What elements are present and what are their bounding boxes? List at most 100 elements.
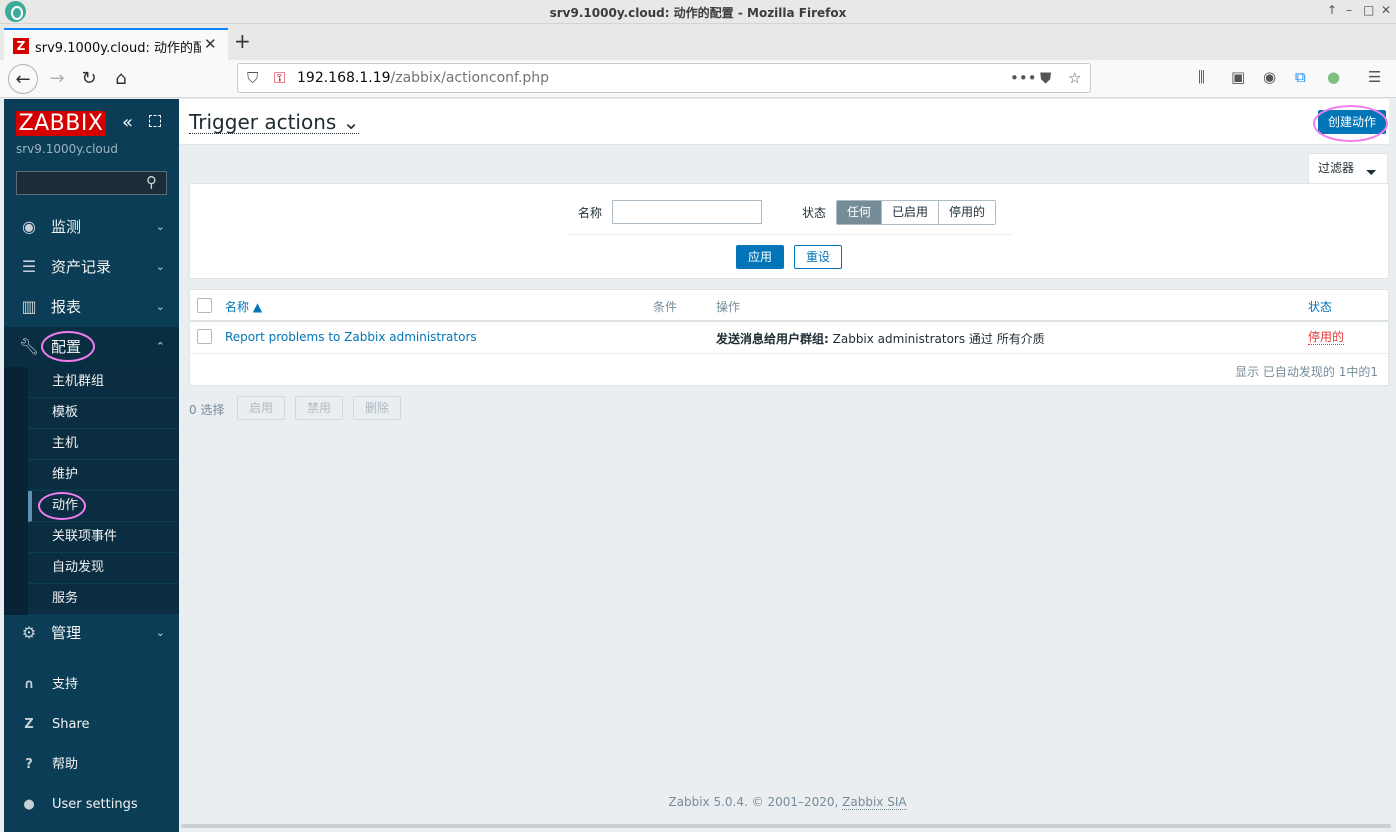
action-operations: 发送消息给用户群组: Zabbix administrators 通过 所有介质 [716,332,1045,346]
chevron-down-icon: ⌄ [155,220,165,233]
window-maximize-button[interactable]: □ [1363,3,1374,17]
reset-button[interactable]: 重设 [794,245,842,269]
page-actions-icon[interactable]: ••• [1010,69,1037,87]
library-icon[interactable]: ⫼ [1198,68,1205,86]
window-titlebar: srv9.1000y.cloud: 动作的配置 - Mozilla Firefo… [0,0,1396,24]
server-name: srv9.1000y.cloud [16,142,118,156]
browser-tab[interactable]: Z srv9.1000y.cloud: 动作的配置 ✕ [4,28,228,60]
zabbix-sidebar: ZABBIX « srv9.1000y.cloud ⚲ ◉ 监测 ⌄ ☰ 资产记… [4,99,179,832]
filter-name-input[interactable] [612,200,762,224]
apply-button[interactable]: 应用 [736,245,784,269]
submenu-host-groups[interactable]: 主机群组 [28,367,179,398]
zabbix-logo[interactable]: ZABBIX [16,111,106,136]
url-text[interactable]: 192.168.1.19/zabbix/actionconf.php [297,70,549,86]
menu-user-settings[interactable]: ● User settings [4,785,179,825]
collapse-sidebar-icon[interactable]: « [122,112,133,133]
gear-icon: ⚙ [21,623,37,642]
enable-button[interactable]: 启用 [237,396,285,420]
page-footer: Zabbix 5.0.4. © 2001–2020, Zabbix SIA [668,795,907,810]
zabbix-share-icon: Z [24,717,34,732]
page-title-dropdown[interactable]: Trigger actions ⌄ [189,110,360,134]
status-option-disabled[interactable]: 停用的 [938,201,995,224]
actions-table: 名称 ▲ 条件 操作 状态 Report problems to Zabbix … [189,289,1389,386]
status-badge[interactable]: 停用的 [1308,330,1345,345]
filter-name-label: 名称 [578,206,603,220]
action-name-link[interactable]: Report problems to Zabbix administrators [225,330,477,344]
chevron-down-icon: ⌄ [155,260,165,273]
submenu-maintenance[interactable]: 维护 [28,460,179,491]
menu-share[interactable]: Z Share [4,705,179,745]
submenu-hosts[interactable]: 主机 [28,429,179,460]
scrollbar-thumb[interactable] [181,824,1391,828]
column-conditions-header: 条件 [653,300,678,314]
submenu-services[interactable]: 服务 [28,584,179,615]
url-bar[interactable]: ⛉ ⚿ 192.168.1.19/zabbix/actionconf.php •… [237,63,1091,93]
table-row-divider [190,353,1388,354]
extension-dot-icon[interactable]: ● [1327,68,1340,86]
menu-hamburger-icon[interactable]: ☰ [1368,68,1381,86]
zabbix-sia-link[interactable]: Zabbix SIA [842,795,907,810]
submenu-discovery[interactable]: 自动发现 [28,553,179,584]
selected-count: 0 选择 [189,403,225,417]
disable-button[interactable]: 禁用 [295,396,343,420]
sidebar-search-input[interactable] [16,171,167,195]
menu-inventory[interactable]: ☰ 资产记录 ⌄ [4,247,179,287]
menu-configuration[interactable]: 🔧︎ 配置 ⌃ [4,327,179,367]
insecure-lock-icon[interactable]: ⚿ [274,69,285,87]
delete-button[interactable]: 删除 [353,396,401,420]
column-name-header[interactable]: 名称 ▲ [225,298,262,315]
forward-button[interactable]: → [42,64,72,94]
bookmark-star-icon[interactable]: ☆ [1068,69,1081,87]
window-close-button[interactable]: ✕ [1381,3,1391,17]
status-option-enabled[interactable]: 已启用 [881,201,938,224]
chevron-up-icon: ⌃ [155,340,165,353]
filter-tab[interactable]: 过滤器 ⏷ [1308,153,1388,184]
menu-support[interactable]: ∩ 支持 [4,665,179,705]
reload-button[interactable]: ↻ [74,64,104,94]
configuration-submenu: 主机群组 模板 主机 维护 动作 关联项事件 自动发现 服务 [4,367,179,615]
column-operations-header: 操作 [716,300,741,314]
help-icon: ? [25,757,33,772]
wrench-icon: 🔧︎ [18,337,40,356]
status-option-any[interactable]: 任何 [837,201,882,224]
sidebar-toggle-icon[interactable]: ▣ [1231,68,1245,86]
chevron-down-icon: ⌄ [342,110,360,134]
new-tab-button[interactable]: + [234,28,251,54]
filter-status-label: 状态 [802,206,827,220]
account-icon[interactable]: ◉ [1263,68,1276,86]
eye-icon: ◉ [22,217,36,236]
home-button[interactable]: ⌂ [106,64,136,94]
horizontal-scrollbar[interactable] [179,822,1396,830]
back-button[interactable]: ← [8,64,38,94]
filter-divider [568,234,1012,235]
table-paging-info: 显示 已自动发现的 1中的1 [1235,365,1378,379]
table-header-divider [190,320,1388,322]
zabbix-favicon-icon: Z [13,38,29,54]
bar-chart-icon: ▥ [21,297,37,316]
chevron-down-icon: ⌄ [155,626,165,639]
search-icon[interactable]: ⚲ [146,173,157,191]
menu-help[interactable]: ? 帮助 [4,745,179,785]
menu-monitoring[interactable]: ◉ 监测 ⌄ [4,207,179,247]
menu-reports[interactable]: ▥ 报表 ⌄ [4,287,179,327]
submenu-actions[interactable]: 动作 [28,491,179,522]
select-all-checkbox[interactable] [197,298,212,313]
tracking-shield-icon[interactable]: ⛉ [247,69,258,87]
tab-close-icon[interactable]: ✕ [204,35,217,53]
extension-icon[interactable]: ⧉ [1295,68,1306,86]
window-keep-above-button[interactable]: ↑ [1327,3,1337,17]
submenu-templates[interactable]: 模板 [28,398,179,429]
row-checkbox[interactable] [197,329,212,344]
menu-administration[interactable]: ⚙ 管理 ⌄ [4,613,179,653]
column-status-header[interactable]: 状态 [1308,298,1332,315]
submenu-event-correlation[interactable]: 关联项事件 [28,522,179,553]
headset-icon: ∩ [23,677,35,692]
create-action-button[interactable]: 创建动作 [1318,110,1386,134]
filter-status-group: 任何 已启用 停用的 [836,200,997,225]
browser-navbar: ← → ↻ ⌂ ⛉ ⚿ 192.168.1.19/zabbix/actionco… [0,60,1396,98]
window-minimize-button[interactable]: – [1346,3,1352,17]
list-icon: ☰ [21,257,37,276]
browser-tab-strip: Z srv9.1000y.cloud: 动作的配置 ✕ [0,24,1396,60]
kiosk-mode-icon[interactable] [149,115,161,127]
pocket-icon[interactable]: ⛊ [1040,69,1051,87]
